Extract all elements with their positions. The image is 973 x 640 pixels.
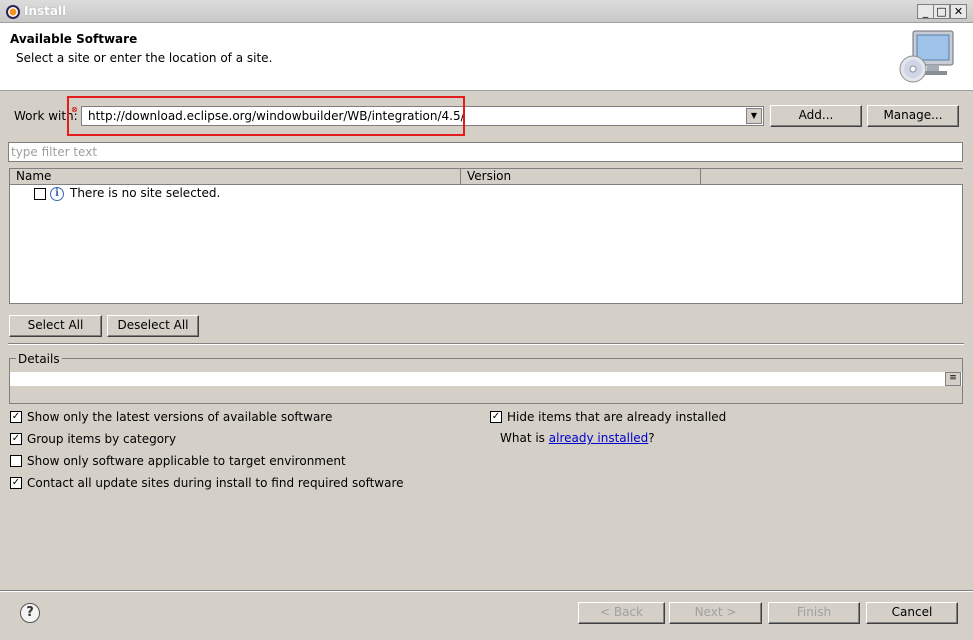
already-installed-link[interactable]: already installed xyxy=(549,431,649,445)
option-label: Contact all update sites during install … xyxy=(27,476,404,490)
manage-sites-button[interactable]: Manage... xyxy=(867,105,959,127)
maximize-button[interactable]: □ xyxy=(933,4,950,19)
eclipse-icon xyxy=(6,5,20,19)
separator xyxy=(8,343,964,345)
tree-row-checkbox[interactable] xyxy=(34,188,46,200)
checkbox[interactable] xyxy=(10,455,22,467)
title-bar: Install _ □ ✕ xyxy=(0,0,973,23)
add-site-button[interactable]: Add... xyxy=(770,105,862,127)
info-icon: i xyxy=(50,187,64,201)
close-button[interactable]: ✕ xyxy=(950,4,967,19)
option-label: Show only the latest versions of availab… xyxy=(27,410,333,424)
window-title: Install xyxy=(24,4,67,18)
what-is-suffix: ? xyxy=(648,431,655,445)
column-header-empty xyxy=(701,169,963,185)
option-label: Show only software applicable to target … xyxy=(27,454,346,468)
finish-button[interactable]: Finish xyxy=(768,602,860,624)
select-all-button[interactable]: Select All xyxy=(9,315,102,337)
filter-input[interactable]: type filter text xyxy=(8,142,963,162)
column-header-version[interactable]: Version xyxy=(461,169,701,185)
details-label: Details xyxy=(16,352,62,366)
help-icon[interactable]: ? xyxy=(20,603,40,623)
minimize-button[interactable]: _ xyxy=(917,4,934,19)
back-button[interactable]: < Back xyxy=(578,602,665,624)
chevron-down-icon[interactable]: ▼ xyxy=(746,108,762,124)
checkbox[interactable]: ✓ xyxy=(10,433,22,445)
checkbox[interactable]: ✓ xyxy=(10,411,22,423)
tree-row-label: There is no site selected. xyxy=(70,186,221,200)
highlight-box xyxy=(67,96,465,136)
filter-placeholder: type filter text xyxy=(11,145,98,159)
details-text xyxy=(10,372,962,386)
next-button[interactable]: Next > xyxy=(669,602,762,624)
what-is-prefix: What is xyxy=(500,431,549,445)
cancel-button[interactable]: Cancel xyxy=(866,602,958,624)
footer-separator xyxy=(0,590,973,592)
option-label: Group items by category xyxy=(27,432,177,446)
software-tree[interactable]: Name Version i There is no site selected… xyxy=(9,168,963,304)
page-subtitle: Select a site or enter the location of a… xyxy=(16,51,273,65)
what-is-installed-text: What is already installed? xyxy=(500,431,655,445)
page-title: Available Software xyxy=(10,32,138,46)
checkbox[interactable]: ✓ xyxy=(10,477,22,489)
column-header-name[interactable]: Name xyxy=(10,169,461,185)
checkbox[interactable]: ✓ xyxy=(490,411,502,423)
resize-handle-icon[interactable]: ≡ xyxy=(945,372,961,386)
deselect-all-button[interactable]: Deselect All xyxy=(107,315,199,337)
page-header: Available Software Select a site or ente… xyxy=(0,23,973,91)
option-label: Hide items that are already installed xyxy=(507,410,727,424)
install-cd-monitor-icon xyxy=(899,30,954,83)
